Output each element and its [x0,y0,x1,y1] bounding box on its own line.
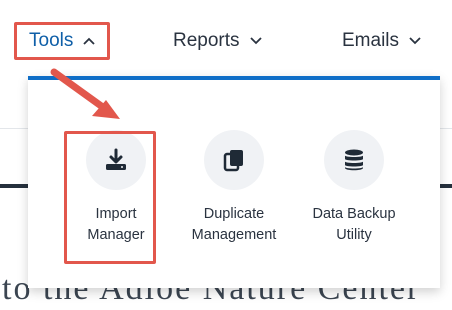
chevron-up-icon [83,37,95,45]
annotation-arrow-icon [50,68,120,119]
database-icon-circle [324,130,384,190]
nav-emails-menu[interactable]: Emails [342,22,421,60]
nav-emails-label: Emails [342,30,400,51]
menu-item-label: Data Backup Utility [312,206,396,243]
database-icon [345,149,363,171]
nav-tools-label: Tools [29,30,74,51]
nav-reports-menu[interactable]: Reports [173,22,262,60]
menu-item-duplicate-management[interactable]: Duplicate Management [174,80,294,260]
duplicate-icon [223,150,243,172]
menu-item-label: Duplicate Management [191,206,277,243]
chevron-down-icon [409,37,421,45]
nav-tools-menu[interactable]: Tools [14,22,111,60]
menu-item-data-backup-utility[interactable]: Data Backup Utility [294,80,414,260]
chevron-down-icon [249,37,262,45]
import-manager-highlight-box [64,131,156,264]
nav-reports-label: Reports [173,30,240,51]
duplicate-icon-circle [204,130,264,190]
